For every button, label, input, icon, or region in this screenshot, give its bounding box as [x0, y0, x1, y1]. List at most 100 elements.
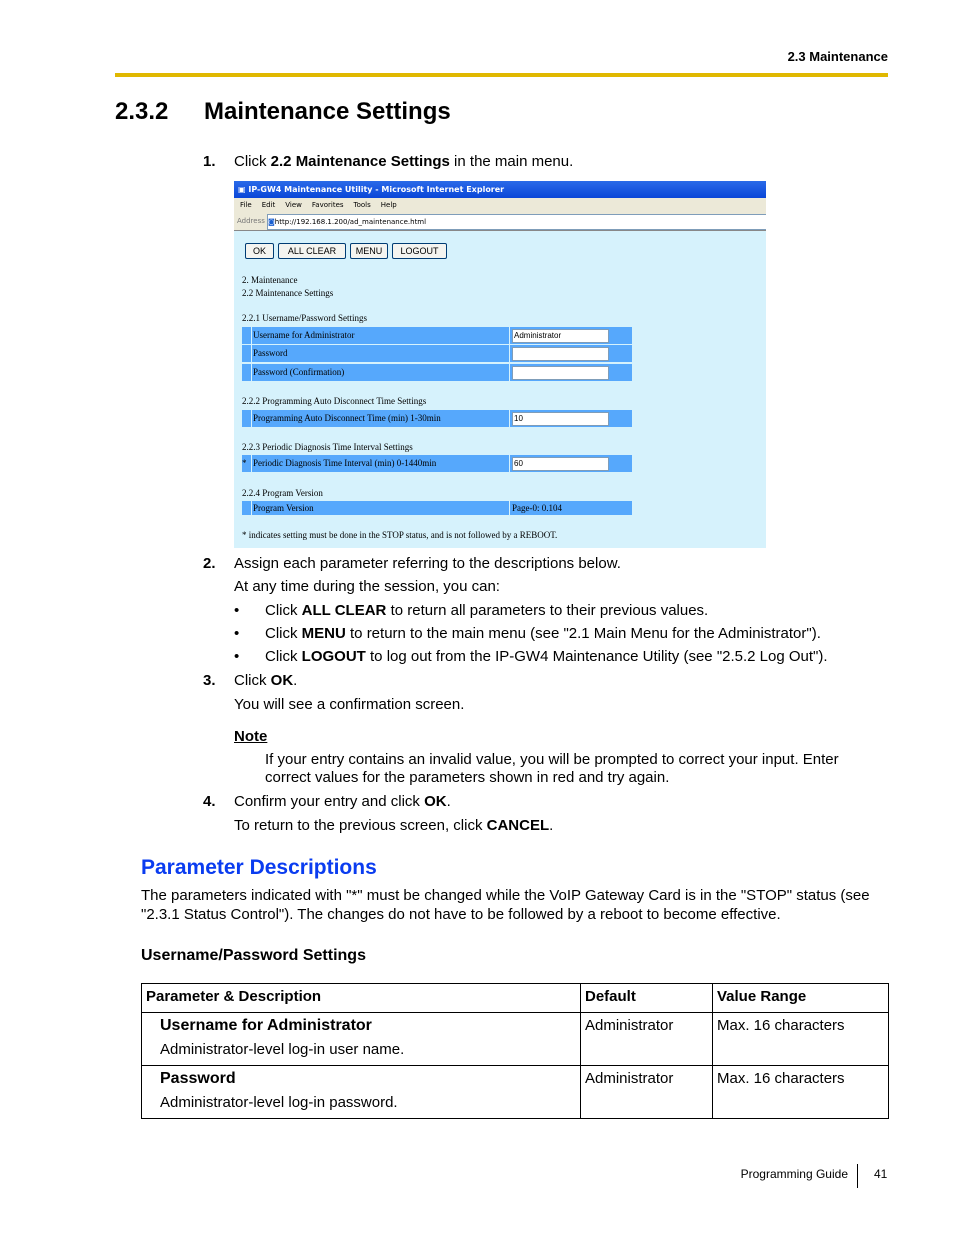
bullet-text: Click ALL CLEAR to return all parameters… — [265, 602, 708, 619]
password-input[interactable] — [512, 347, 609, 361]
program-version-value: Page-0: 0.104 — [512, 503, 562, 513]
column-header: Value Range — [712, 983, 889, 1013]
all-clear-button[interactable]: ALL CLEAR — [278, 243, 346, 259]
setting-label: Periodic Diagnosis Time Interval (min) 0… — [253, 458, 437, 468]
bold-text: CANCEL — [486, 817, 550, 834]
running-header: 2.3 Maintenance — [787, 49, 888, 64]
column-header: Parameter & Description — [141, 983, 581, 1013]
range-cell: Max. 16 characters — [712, 1065, 889, 1119]
parameter-table: Parameter & Description Default Value Ra… — [141, 983, 889, 1119]
parameter-descriptions-heading: Parameter Descriptions — [141, 856, 377, 879]
setting-row: Programming Auto Disconnect Time (min) 1… — [242, 410, 632, 427]
diagnosis-interval-input[interactable]: 60 — [512, 457, 609, 471]
bold-text: MENU — [301, 625, 346, 642]
bullet: • — [234, 648, 240, 665]
step-number: 3. — [203, 672, 216, 689]
page-title: 2.2 Maintenance Settings — [242, 288, 334, 298]
table-header-row: Parameter & Description Default Value Ra… — [141, 983, 889, 1013]
note-text: If your entry contains an invalid value,… — [265, 751, 839, 768]
intro-text: "2.3.1 Status Control"). The changes do … — [141, 906, 781, 923]
header-rule — [115, 73, 888, 77]
parameter-description: Administrator-level log-in user name. — [160, 1041, 405, 1058]
text: in the main menu. — [449, 153, 574, 170]
menu-tools[interactable]: Tools — [354, 201, 371, 209]
bullet-text: Click MENU to return to the main menu (s… — [265, 625, 821, 642]
menu-bar: File Edit View Favorites Tools Help — [234, 198, 766, 213]
browser-screenshot: ▣ IP-GW4 Maintenance Utility - Microsoft… — [234, 181, 766, 548]
footer-guide: Programming Guide — [740, 1167, 848, 1181]
bold-text: LOGOUT — [301, 648, 366, 665]
username-input[interactable]: Administrator — [512, 329, 609, 343]
text: Confirm your entry and click — [234, 793, 425, 810]
menu-file[interactable]: File — [240, 201, 252, 209]
stop-mark: * — [242, 455, 252, 472]
window-title: IP-GW4 Maintenance Utility - Microsoft I… — [248, 185, 505, 194]
text: Click — [265, 625, 302, 642]
manual-page: 2.3 Maintenance 2.3.2 Maintenance Setting… — [0, 0, 954, 1235]
text: Click — [265, 602, 302, 619]
auto-disconnect-input[interactable]: 10 — [512, 412, 609, 426]
step-text: Assign each parameter referring to the d… — [234, 555, 621, 572]
setting-label: Password — [253, 348, 288, 358]
footer-divider — [857, 1164, 858, 1188]
breadcrumb: 2. Maintenance — [242, 275, 298, 285]
address-input[interactable]: ◙http://192.168.1.200/ad_maintenance.htm… — [267, 214, 766, 230]
address-label: Address — [237, 217, 265, 225]
setting-row: Program Version Page-0: 0.104 — [242, 501, 632, 515]
text: to log out from the IP-GW4 Maintenance U… — [365, 648, 828, 665]
default-cell: Administrator — [580, 1065, 713, 1119]
menu-edit[interactable]: Edit — [262, 201, 276, 209]
password-confirm-input[interactable] — [512, 366, 609, 380]
parameter-name: Password — [160, 1070, 236, 1087]
column-header: Default — [580, 983, 713, 1013]
section-title: Maintenance Settings — [204, 98, 451, 125]
bold-text: OK — [424, 793, 447, 810]
step-text: Click OK. — [234, 672, 297, 689]
table-row: Password Administrator-level log-in passw… — [141, 1065, 889, 1119]
subsection-title: 2.2.1 Username/Password Settings — [242, 313, 367, 323]
bullet: • — [234, 602, 240, 619]
note-label: Note — [234, 728, 268, 745]
setting-row: * Periodic Diagnosis Time Interval (min) … — [242, 455, 632, 472]
footnote: * indicates setting must be done in the … — [242, 530, 558, 540]
address-bar: Address ◙http://192.168.1.200/ad_mainten… — [234, 213, 766, 231]
text: to return to the main menu (see "2.1 Mai… — [345, 625, 821, 642]
window-titlebar: ▣ IP-GW4 Maintenance Utility - Microsoft… — [234, 181, 766, 198]
bold-text: OK — [270, 672, 294, 689]
ie-icon: ▣ — [238, 185, 246, 194]
parameter-cell: Password Administrator-level log-in passw… — [141, 1065, 581, 1119]
bold-text: 2.2 Maintenance Settings — [270, 153, 450, 170]
text: . — [549, 817, 554, 834]
setting-row: Password (Confirmation) — [242, 364, 632, 381]
step-text: Click 2.2 Maintenance Settings in the ma… — [234, 153, 573, 170]
setting-label: Username for Administrator — [253, 330, 355, 340]
bullet: • — [234, 625, 240, 642]
ok-button[interactable]: OK — [245, 243, 274, 259]
url-text: http://192.168.1.200/ad_maintenance.html — [274, 218, 427, 226]
page-number: 41 — [874, 1167, 888, 1181]
step-number: 1. — [203, 153, 216, 170]
menu-view[interactable]: View — [285, 201, 302, 209]
text: Click — [265, 648, 302, 665]
subsection-title: 2.2.3 Periodic Diagnosis Time Interval S… — [242, 442, 413, 452]
step-text: Confirm your entry and click OK. — [234, 793, 451, 810]
step-number: 4. — [203, 793, 216, 810]
menu-favorites[interactable]: Favorites — [312, 201, 344, 209]
note-text: correct values for the parameters shown … — [265, 769, 670, 786]
setting-label: Password (Confirmation) — [253, 367, 345, 377]
parameter-cell: Username for Administrator Administrator-… — [141, 1012, 581, 1066]
range-cell: Max. 16 characters — [712, 1012, 889, 1066]
text: Click — [234, 153, 271, 170]
page-icon: ◙ — [268, 218, 275, 226]
subsection-heading: Username/Password Settings — [141, 947, 366, 964]
text: . — [446, 793, 451, 810]
menu-button[interactable]: MENU — [350, 243, 388, 259]
text: to return all parameters to their previo… — [386, 602, 709, 619]
step-subtext: You will see a confirmation screen. — [234, 696, 465, 713]
menu-help[interactable]: Help — [381, 201, 397, 209]
logout-button[interactable]: LOGOUT — [392, 243, 447, 259]
default-cell: Administrator — [580, 1012, 713, 1066]
text: . — [293, 672, 298, 689]
parameter-description: Administrator-level log-in password. — [160, 1094, 398, 1111]
text: To return to the previous screen, click — [234, 817, 487, 834]
